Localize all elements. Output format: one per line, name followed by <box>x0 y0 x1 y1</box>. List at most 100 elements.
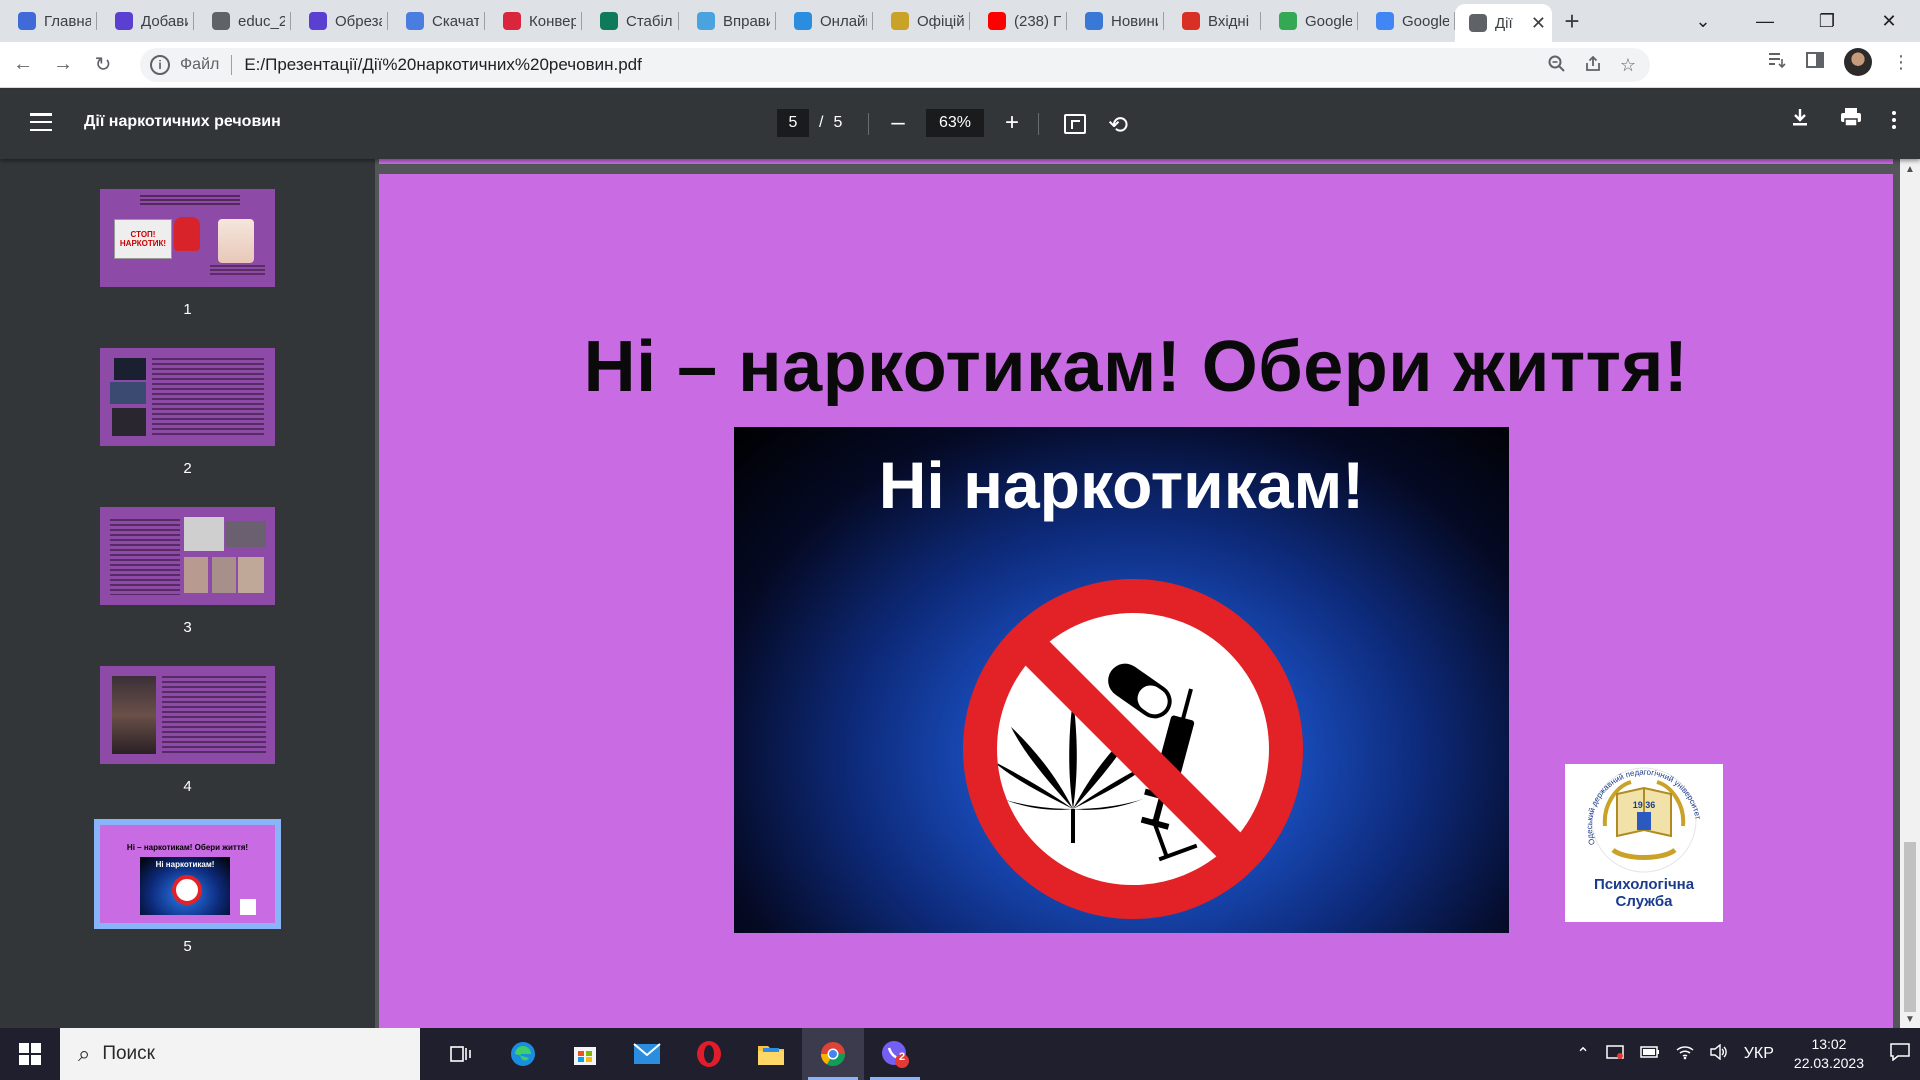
thumbnail-number: 4 <box>183 778 192 795</box>
browser-tab[interactable]: Онлайн <box>776 0 873 42</box>
page-number-input[interactable]: 5 <box>777 109 809 137</box>
zoom-magnifier-icon[interactable] <box>1548 55 1566 78</box>
page-selector: 5 / 5 <box>777 109 842 137</box>
new-tab-button[interactable]: + <box>1552 0 1592 42</box>
scroll-up-arrow-icon[interactable]: ▲ <box>1905 164 1915 175</box>
page-thumbnail[interactable] <box>100 507 275 605</box>
share-icon[interactable] <box>1584 55 1602 78</box>
info-icon[interactable]: i <box>150 55 170 75</box>
browser-tab[interactable]: Google <box>1261 0 1358 42</box>
volume-icon[interactable] <box>1710 1043 1728 1065</box>
browser-tab[interactable]: Обрезать <box>291 0 388 42</box>
psychology-service-logo: 19 36 Одеський державний педагогічний ун… <box>1565 764 1723 922</box>
rotate-icon[interactable]: ⟲ <box>1108 111 1128 140</box>
arrow-left-icon: ← <box>13 53 33 75</box>
wifi-icon[interactable] <box>1676 1044 1694 1065</box>
chrome-icon <box>821 1042 845 1067</box>
logo-caption: Психологічна Служба <box>1565 876 1723 910</box>
viber-app[interactable]: 2 <box>864 1028 926 1080</box>
scrollbar-thumb[interactable] <box>1904 842 1916 1012</box>
browser-tab[interactable]: Вправи <box>679 0 776 42</box>
taskbar-search[interactable]: ⌕ Поиск <box>60 1028 420 1080</box>
edge-app[interactable] <box>492 1028 554 1080</box>
tab-title: Google <box>1305 12 1352 30</box>
thumbnail-number: 3 <box>183 619 192 636</box>
opera-app[interactable] <box>678 1028 740 1080</box>
address-bar[interactable]: i Файл E:/Презентації/Дії%20наркотичних%… <box>140 48 1650 82</box>
browser-tab[interactable]: Скачать <box>388 0 485 42</box>
pdf-actions <box>1790 107 1896 133</box>
chrome-app[interactable] <box>802 1028 864 1080</box>
zoom-level-input[interactable]: 63% <box>926 109 984 137</box>
maximize-button[interactable]: ❐ <box>1796 11 1858 32</box>
close-tab-icon[interactable]: ✕ <box>1531 13 1546 34</box>
total-pages: 5 <box>833 114 843 131</box>
toolbar-right: ⋮ <box>1768 48 1910 76</box>
vertical-scrollbar[interactable]: ▲ ▼ <box>1900 159 1920 1028</box>
tab-title: Обрезать <box>335 12 382 30</box>
pdf-viewer: Ні – наркотикам! Обери життя! Ні наркоти… <box>375 159 1900 1028</box>
close-window-button[interactable]: ✕ <box>1858 11 1920 32</box>
globe-icon <box>1469 14 1487 32</box>
language-indicator[interactable]: УКР <box>1744 1045 1774 1063</box>
bookmark-star-icon[interactable]: ☆ <box>1620 55 1636 78</box>
notification-icon[interactable] <box>1880 1042 1920 1066</box>
zoom-out-button[interactable]: – <box>888 109 908 137</box>
toolbar-divider <box>1038 113 1039 135</box>
browser-tab[interactable]: Конвертер <box>485 0 582 42</box>
browser-tab[interactable]: educ_2 <box>194 0 291 42</box>
browser-tab[interactable]: (238) П <box>970 0 1067 42</box>
page-separator: / <box>819 114 824 131</box>
download-icon[interactable] <box>1790 107 1810 133</box>
scheme-label: Файл <box>180 56 220 73</box>
more-options-icon[interactable] <box>1892 111 1896 129</box>
page-thumbnail[interactable] <box>100 666 275 764</box>
side-panel-icon[interactable] <box>1806 51 1824 73</box>
file-explorer-app[interactable] <box>740 1028 802 1080</box>
tab-search-button[interactable]: ⌄ <box>1672 11 1734 32</box>
page-thumbnail[interactable] <box>100 348 275 446</box>
fit-to-page-icon[interactable] <box>1064 114 1086 134</box>
browser-tab[interactable]: Офіційний <box>873 0 970 42</box>
toolbar-divider <box>868 113 869 135</box>
no-drugs-poster: Ні наркотикам! <box>734 427 1509 933</box>
tab-title: Новини <box>1111 12 1158 30</box>
browser-tab[interactable]: Стабільні <box>582 0 679 42</box>
mail-app[interactable] <box>616 1028 678 1080</box>
minimize-button[interactable]: — <box>1734 11 1796 32</box>
profile-avatar[interactable] <box>1844 48 1872 76</box>
heart-icon <box>406 12 424 30</box>
thumb5-title: Ні – наркотикам! Обери життя! <box>126 843 249 852</box>
zoom-in-button[interactable]: + <box>1002 109 1022 137</box>
browser-tab[interactable]: Google <box>1358 0 1455 42</box>
task-view-button[interactable] <box>430 1028 492 1080</box>
start-button[interactable] <box>0 1028 60 1080</box>
clock[interactable]: 13:02 22.03.2023 <box>1794 1035 1864 1073</box>
browser-menu-icon[interactable]: ⋮ <box>1892 52 1910 73</box>
prohibition-sign-icon <box>963 579 1303 919</box>
page-thumbnail-selected[interactable]: Ні – наркотикам! Обери життя! Ні наркоти… <box>94 819 281 929</box>
browser-tab[interactable]: Главная <box>0 0 97 42</box>
omnibox-actions: ☆ <box>1548 55 1636 78</box>
tab-title: educ_2 <box>238 12 285 30</box>
browser-tab[interactable]: Вхідні <box>1164 0 1261 42</box>
tab-active[interactable]: Дії ✕ <box>1455 4 1552 42</box>
sidebar-menu-icon[interactable] <box>30 113 52 131</box>
tab-title: Добавить <box>141 12 188 30</box>
reload-button[interactable]: ↻ <box>86 48 120 82</box>
page-thumbnail[interactable]: СТОП! НАРКОТИК! <box>100 189 275 287</box>
scroll-down-arrow-icon[interactable]: ▼ <box>1905 1014 1915 1025</box>
store-app[interactable] <box>554 1028 616 1080</box>
slide-title: Ні – наркотикам! Обери життя! <box>583 327 1689 407</box>
print-icon[interactable] <box>1840 107 1862 133</box>
reading-list-icon[interactable] <box>1768 52 1786 73</box>
browser-tab[interactable]: Новини <box>1067 0 1164 42</box>
battery-icon[interactable] <box>1640 1045 1660 1063</box>
security-icon[interactable] <box>1606 1044 1624 1065</box>
browser-tab[interactable]: Добавить <box>97 0 194 42</box>
forward-button[interactable]: → <box>46 48 80 82</box>
tab-title: Офіційний <box>917 12 964 30</box>
chevron-up-icon[interactable]: ⌃ <box>1576 1044 1589 1064</box>
url-text[interactable]: E:/Презентації/Дії%20наркотичних%20речов… <box>244 55 642 75</box>
back-button[interactable]: ← <box>6 48 40 82</box>
